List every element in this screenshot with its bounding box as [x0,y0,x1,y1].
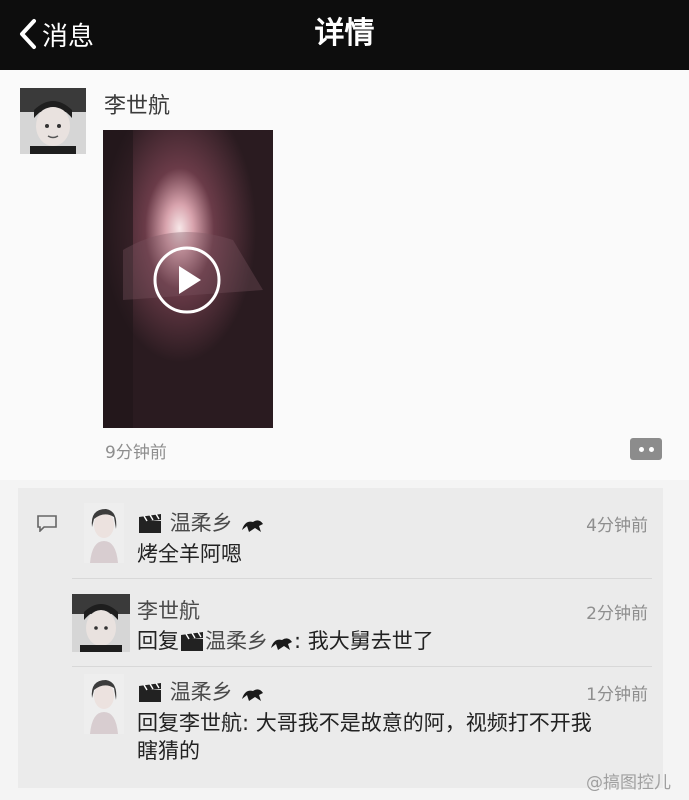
commenter-avatar[interactable] [84,674,124,734]
poster-name[interactable]: 李世航 [104,88,170,120]
animal-icon [242,520,264,532]
animal-icon [242,689,264,701]
video-thumbnail[interactable] [103,130,273,428]
watermark: @搞图控儿 [586,773,671,793]
clapperboard-icon [139,683,161,702]
reply-prefix: 回复 [137,629,179,653]
more-dot-icon [638,446,644,452]
more-dot-icon [648,446,654,452]
commenter-name-text: 温柔乡 [169,680,233,704]
comment-timestamp: 4分钟前 [586,516,648,536]
page-title: 详情 [314,16,375,51]
divider [72,578,652,579]
clapperboard-icon [139,514,161,533]
divider [72,666,652,667]
reply-text: : 我大舅去世了 [294,629,434,653]
commenter-name-text: 温柔乡 [169,511,233,535]
more-options-button[interactable] [630,438,662,460]
comment-bubble-icon [37,515,57,532]
animal-icon [271,638,292,650]
commenter-name[interactable]: 温柔乡 [137,507,265,537]
comment-text: 烤全羊阿嗯 [137,542,242,566]
comment-text-line-1: 回复李世航: 大哥我不是故意的阿，视频打不开我 [137,711,592,735]
commenter-avatar[interactable] [84,503,124,563]
clapperboard-icon [181,632,203,651]
poster-avatar[interactable] [20,88,86,154]
post-timestamp: 9分钟前 [105,443,167,463]
commenter-name[interactable]: 李世航 [137,595,200,625]
reply-target-name[interactable]: 温柔乡 [205,629,268,653]
commenter-avatar[interactable] [72,594,130,652]
comment-text: 回复 温柔乡 : 我大舅去世了 [137,625,434,655]
comment-timestamp: 2分钟前 [586,604,648,624]
commenter-name[interactable]: 温柔乡 [137,676,265,706]
comment-timestamp: 1分钟前 [586,685,648,705]
navigation-bar: 消息 详情 [0,0,689,70]
comment-text-line-2: 瞎猜的 [137,739,200,763]
